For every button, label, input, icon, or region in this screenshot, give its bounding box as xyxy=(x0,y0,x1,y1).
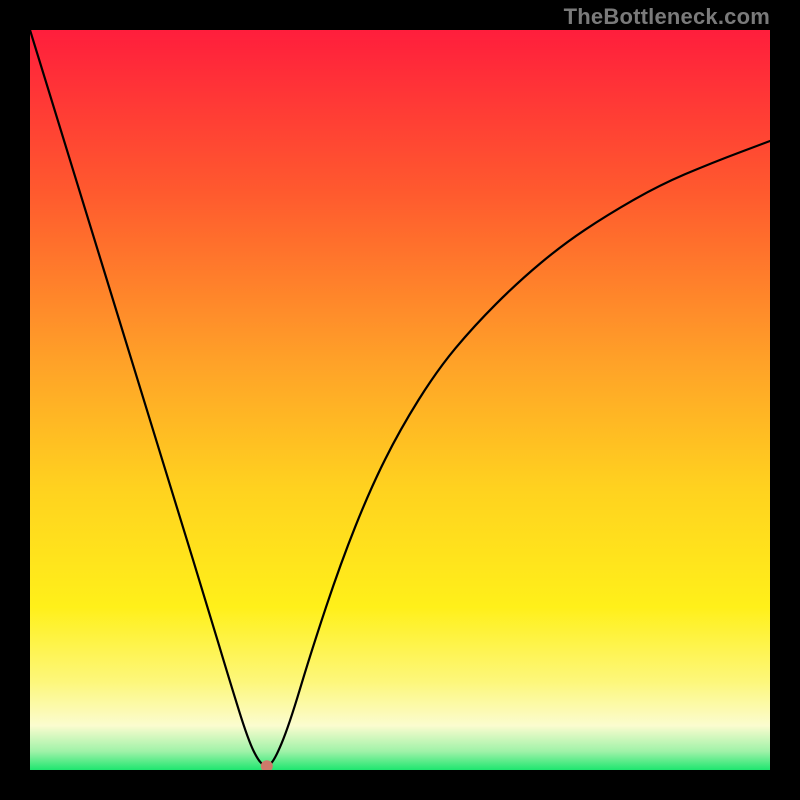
watermark-text: TheBottleneck.com xyxy=(564,4,770,30)
gradient-background xyxy=(30,30,770,770)
plot-area xyxy=(30,30,770,770)
chart-svg xyxy=(30,30,770,770)
chart-frame: TheBottleneck.com xyxy=(0,0,800,800)
